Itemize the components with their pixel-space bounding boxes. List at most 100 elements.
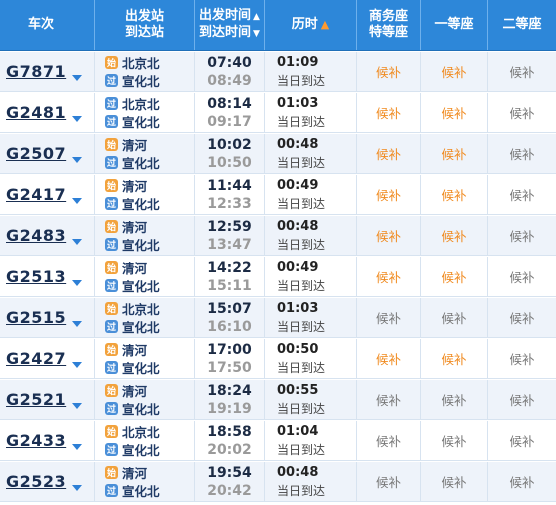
departure-badge-icon: 始 xyxy=(105,302,118,315)
business-seat-status[interactable]: 候补 xyxy=(357,257,421,296)
train-number-link[interactable]: G7871 xyxy=(6,62,66,81)
arrival-badge-icon: 过 xyxy=(105,197,118,210)
business-seat-status[interactable]: 候补 xyxy=(357,93,421,132)
train-cell[interactable]: G2523 xyxy=(0,462,95,501)
train-number-link[interactable]: G2433 xyxy=(6,431,66,450)
train-number-link[interactable]: G2507 xyxy=(6,144,66,163)
second-class-status[interactable]: 候补 xyxy=(488,339,556,378)
train-number-link[interactable]: G2513 xyxy=(6,267,66,286)
business-seat-status[interactable]: 候补 xyxy=(357,175,421,214)
sort-down-icon[interactable]: ▼ xyxy=(253,29,260,39)
expand-arrow-icon[interactable] xyxy=(72,361,82,368)
train-cell[interactable]: G2483 xyxy=(0,216,95,255)
first-class-status[interactable]: 候补 xyxy=(421,134,488,173)
table-row[interactable]: G2433 始北京北过宣化北 18:58 20:02 01:04 当日到达 候补 候补 候补 xyxy=(0,421,556,461)
expand-arrow-icon[interactable] xyxy=(72,74,82,81)
table-row[interactable]: G2521 始清河过宣化北 18:24 19:19 00:55 当日到达 候补 候补 候补 xyxy=(0,380,556,420)
train-number-link[interactable]: G2483 xyxy=(6,226,66,245)
train-cell[interactable]: G2427 xyxy=(0,339,95,378)
second-class-status[interactable]: 候补 xyxy=(488,216,556,255)
table-row[interactable]: G7871 始北京北过宣化北 07:40 08:49 01:09 当日到达 候补 候补 候补 xyxy=(0,52,556,92)
departure-station-name: 清河 xyxy=(122,466,148,481)
first-class-status[interactable]: 候补 xyxy=(421,175,488,214)
second-class-status[interactable]: 候补 xyxy=(488,175,556,214)
train-number-link[interactable]: G2521 xyxy=(6,390,66,409)
second-class-status[interactable]: 候补 xyxy=(488,134,556,173)
duration-cell: 01:03 当日到达 xyxy=(265,93,357,132)
expand-arrow-icon[interactable] xyxy=(72,402,82,409)
second-class-status[interactable]: 候补 xyxy=(488,52,556,91)
train-cell[interactable]: G2521 xyxy=(0,380,95,419)
second-class-status[interactable]: 候补 xyxy=(488,462,556,501)
business-seat-status[interactable]: 候补 xyxy=(357,339,421,378)
second-class-status[interactable]: 候补 xyxy=(488,257,556,296)
first-class-status[interactable]: 候补 xyxy=(421,257,488,296)
time-cell: 19:54 20:42 xyxy=(195,462,265,501)
expand-arrow-icon[interactable] xyxy=(72,279,82,286)
train-cell[interactable]: G7871 xyxy=(0,52,95,91)
duration-cell: 01:04 当日到达 xyxy=(265,421,357,460)
train-number-link[interactable]: G2523 xyxy=(6,472,66,491)
train-cell[interactable]: G2513 xyxy=(0,257,95,296)
train-cell[interactable]: G2507 xyxy=(0,134,95,173)
train-number-link[interactable]: G2481 xyxy=(6,103,66,122)
second-class-status[interactable]: 候补 xyxy=(488,380,556,419)
sort-duration-icon[interactable]: ▲ xyxy=(321,17,329,33)
header-arrival-time[interactable]: 到达时间 xyxy=(199,25,251,40)
arrival-station: 过宣化北 xyxy=(105,482,160,500)
table-row[interactable]: G2481 过北京北过宣化北 08:14 09:17 01:03 当日到达 候补 候补 候补 xyxy=(0,93,556,133)
business-seat-status[interactable]: 候补 xyxy=(357,216,421,255)
second-class-status[interactable]: 候补 xyxy=(488,93,556,132)
table-row[interactable]: G2507 始清河过宣化北 10:02 10:50 00:48 当日到达 候补 候补 候补 xyxy=(0,134,556,174)
header-times[interactable]: 出发时间 ▲ 到达时间 ▼ xyxy=(195,0,265,50)
first-class-status[interactable]: 候补 xyxy=(421,298,488,337)
first-class-status[interactable]: 候补 xyxy=(421,462,488,501)
header-departure-station: 出发站 xyxy=(124,9,164,24)
train-number-link[interactable]: G2515 xyxy=(6,308,66,327)
header-duration-label[interactable]: 历时 xyxy=(292,17,318,33)
table-row[interactable]: G2417 始清河过宣化北 11:44 12:33 00:49 当日到达 候补 候补 候补 xyxy=(0,175,556,215)
business-seat-status[interactable]: 候补 xyxy=(357,134,421,173)
expand-arrow-icon[interactable] xyxy=(72,484,82,491)
first-class-status[interactable]: 候补 xyxy=(421,380,488,419)
first-class-status[interactable]: 候补 xyxy=(421,421,488,460)
business-seat-status[interactable]: 候补 xyxy=(357,298,421,337)
expand-arrow-icon[interactable] xyxy=(72,238,82,245)
expand-arrow-icon[interactable] xyxy=(72,197,82,204)
expand-arrow-icon[interactable] xyxy=(72,320,82,327)
first-class-status[interactable]: 候补 xyxy=(421,52,488,91)
first-class-status[interactable]: 候补 xyxy=(421,216,488,255)
duration-cell: 00:50 当日到达 xyxy=(265,339,357,378)
business-seat-status[interactable]: 候补 xyxy=(357,380,421,419)
expand-arrow-icon[interactable] xyxy=(72,115,82,122)
train-cell[interactable]: G2481 xyxy=(0,93,95,132)
station-cell: 始清河过宣化北 xyxy=(95,216,195,255)
sort-up-icon[interactable]: ▲ xyxy=(253,12,260,22)
train-cell[interactable]: G2515 xyxy=(0,298,95,337)
business-seat-status[interactable]: 候补 xyxy=(357,462,421,501)
train-cell[interactable]: G2417 xyxy=(0,175,95,214)
departure-time: 12:59 xyxy=(207,218,252,235)
departure-station-name: 清河 xyxy=(122,220,148,235)
table-row[interactable]: G2483 始清河过宣化北 12:59 13:47 00:48 当日到达 候补 候补 候补 xyxy=(0,216,556,256)
train-cell[interactable]: G2433 xyxy=(0,421,95,460)
arrival-badge-icon: 过 xyxy=(105,443,118,456)
station-cell: 始北京北过宣化北 xyxy=(95,421,195,460)
second-class-status[interactable]: 候补 xyxy=(488,298,556,337)
business-seat-status[interactable]: 候补 xyxy=(357,421,421,460)
header-departure-time[interactable]: 出发时间 xyxy=(199,8,251,23)
table-row[interactable]: G2515 始北京北过宣化北 15:07 16:10 01:03 当日到达 候补 候补 候补 xyxy=(0,298,556,338)
expand-arrow-icon[interactable] xyxy=(72,443,82,450)
arrival-badge-icon: 过 xyxy=(105,320,118,333)
first-class-status[interactable]: 候补 xyxy=(421,93,488,132)
first-class-status[interactable]: 候补 xyxy=(421,339,488,378)
expand-arrow-icon[interactable] xyxy=(72,156,82,163)
train-number-link[interactable]: G2417 xyxy=(6,185,66,204)
header-duration[interactable]: 历时 ▲ xyxy=(265,0,357,50)
table-row[interactable]: G2427 始清河过宣化北 17:00 17:50 00:50 当日到达 候补 候补 候补 xyxy=(0,339,556,379)
table-row[interactable]: G2523 始清河过宣化北 19:54 20:42 00:48 当日到达 候补 候补 候补 xyxy=(0,462,556,502)
table-row[interactable]: G2513 始清河过宣化北 14:22 15:11 00:49 当日到达 候补 候补 候补 xyxy=(0,257,556,297)
train-number-link[interactable]: G2427 xyxy=(6,349,66,368)
business-seat-status[interactable]: 候补 xyxy=(357,52,421,91)
second-class-status[interactable]: 候补 xyxy=(488,421,556,460)
